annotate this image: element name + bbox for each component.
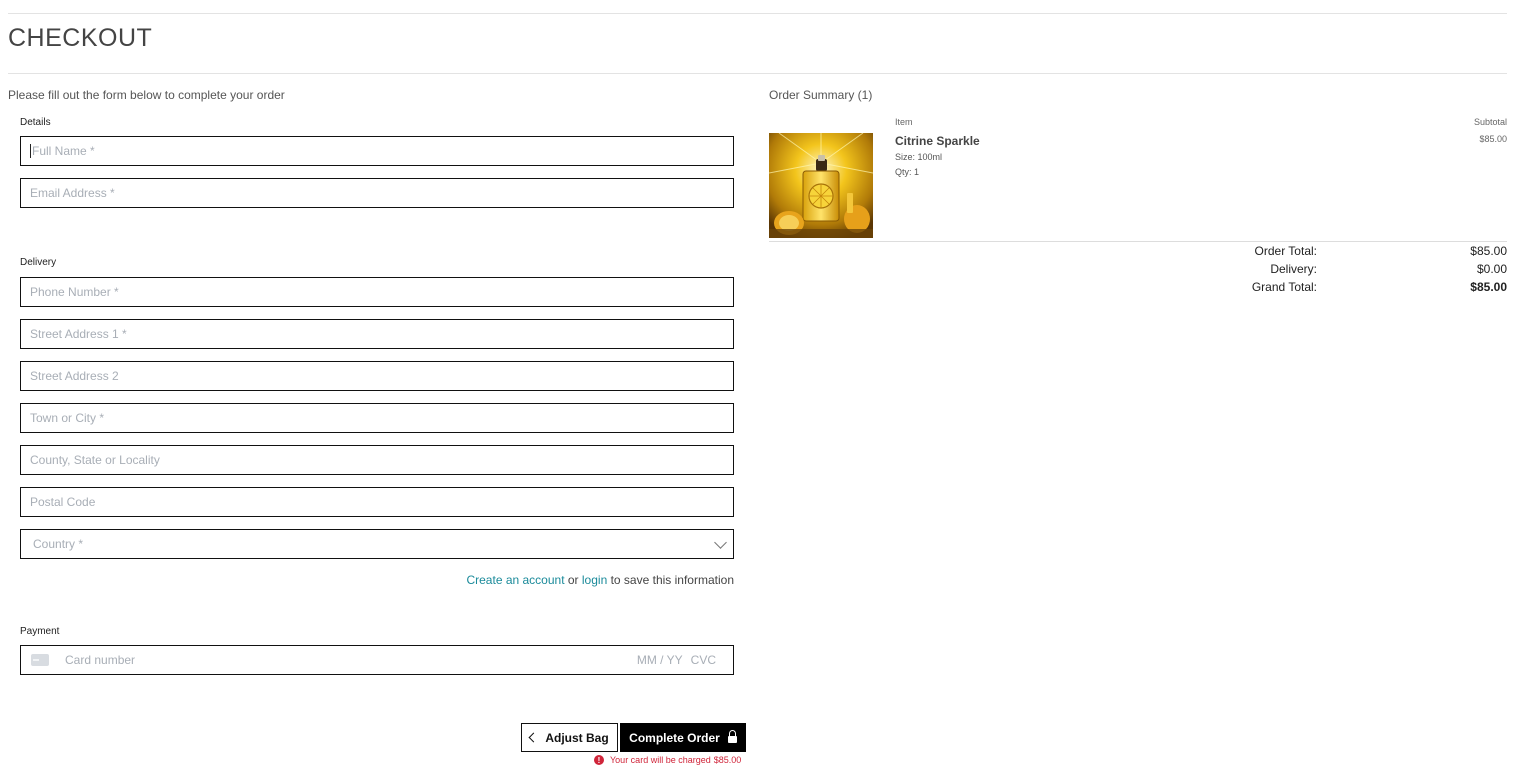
country-select[interactable]: Country *: [20, 529, 734, 559]
delivery-label-summary: Delivery:: [1270, 262, 1317, 276]
checkout-actions: Adjust Bag Complete Order: [521, 723, 746, 752]
summary-divider: [769, 241, 1507, 242]
country-select-value: Country *: [33, 537, 84, 551]
adjust-bag-button[interactable]: Adjust Bag: [521, 723, 618, 752]
top-divider: [8, 13, 1507, 14]
create-account-link[interactable]: Create an account: [466, 573, 564, 587]
card-cvc-input[interactable]: CVC: [691, 653, 716, 667]
street2-input[interactable]: [30, 369, 733, 383]
adjust-bag-label: Adjust Bag: [545, 730, 609, 745]
delivery-label: Delivery: [20, 257, 57, 268]
full-name-input[interactable]: [30, 144, 733, 158]
page-title: CHECKOUT: [8, 24, 153, 52]
street1-field[interactable]: [20, 319, 734, 349]
complete-order-button[interactable]: Complete Order: [620, 723, 746, 752]
product-subtotal: $85.00: [1479, 134, 1507, 144]
save-info-line: Create an account or login to save this …: [466, 573, 734, 587]
login-link[interactable]: login: [582, 573, 607, 587]
phone-input[interactable]: [30, 285, 733, 299]
county-field[interactable]: [20, 445, 734, 475]
perfume-bottle-image: [769, 133, 873, 238]
item-column-header: Item: [895, 117, 913, 127]
lock-icon: [727, 730, 737, 743]
chevron-left-icon: [528, 732, 539, 743]
card-icon: [31, 654, 49, 666]
charge-note-text: Your card will be charged: [610, 755, 711, 765]
card-expiry-input[interactable]: MM / YY: [637, 653, 683, 667]
save-info-suffix: to save this information: [610, 573, 734, 587]
postcode-field[interactable]: [20, 487, 734, 517]
or-text: or: [567, 573, 579, 587]
charge-amount: $85.00: [713, 755, 742, 765]
email-input[interactable]: [30, 186, 733, 200]
charge-warning: ! Your card will be charged $85.00: [594, 755, 741, 765]
email-field[interactable]: [20, 178, 734, 208]
grand-total-value: $85.00: [1470, 280, 1507, 294]
product-size: Size: 100ml: [895, 152, 943, 162]
order-summary-title: Order Summary (1): [769, 88, 873, 102]
street1-input[interactable]: [30, 327, 733, 341]
card-element[interactable]: Card number MM / YY CVC: [20, 645, 734, 675]
card-number-input[interactable]: Card number: [65, 653, 637, 667]
full-name-field[interactable]: [20, 136, 734, 166]
county-input[interactable]: [30, 453, 733, 467]
subtotal-column-header: Subtotal: [1473, 117, 1507, 127]
town-input[interactable]: [30, 411, 733, 425]
street2-field[interactable]: [20, 361, 734, 391]
order-total-value: $85.00: [1470, 244, 1507, 258]
checkout-page: CHECKOUT Please fill out the form below …: [0, 0, 1532, 769]
title-divider: [8, 73, 1507, 74]
product-name: Citrine Sparkle: [895, 134, 980, 148]
details-label: Details: [20, 117, 51, 128]
grand-total-label: Grand Total:: [1251, 280, 1317, 294]
alert-icon: !: [594, 755, 604, 765]
delivery-value: $0.00: [1476, 262, 1507, 276]
chevron-down-icon: [714, 535, 727, 549]
product-qty: Qty: 1: [895, 167, 920, 177]
order-total-label: Order Total:: [1254, 244, 1317, 258]
form-intro: Please fill out the form below to comple…: [8, 88, 285, 102]
product-image: [769, 133, 873, 238]
postcode-input[interactable]: [30, 495, 733, 509]
complete-order-label: Complete Order: [629, 730, 720, 745]
town-field[interactable]: [20, 403, 734, 433]
phone-field[interactable]: [20, 277, 734, 307]
payment-label: Payment: [20, 626, 60, 637]
